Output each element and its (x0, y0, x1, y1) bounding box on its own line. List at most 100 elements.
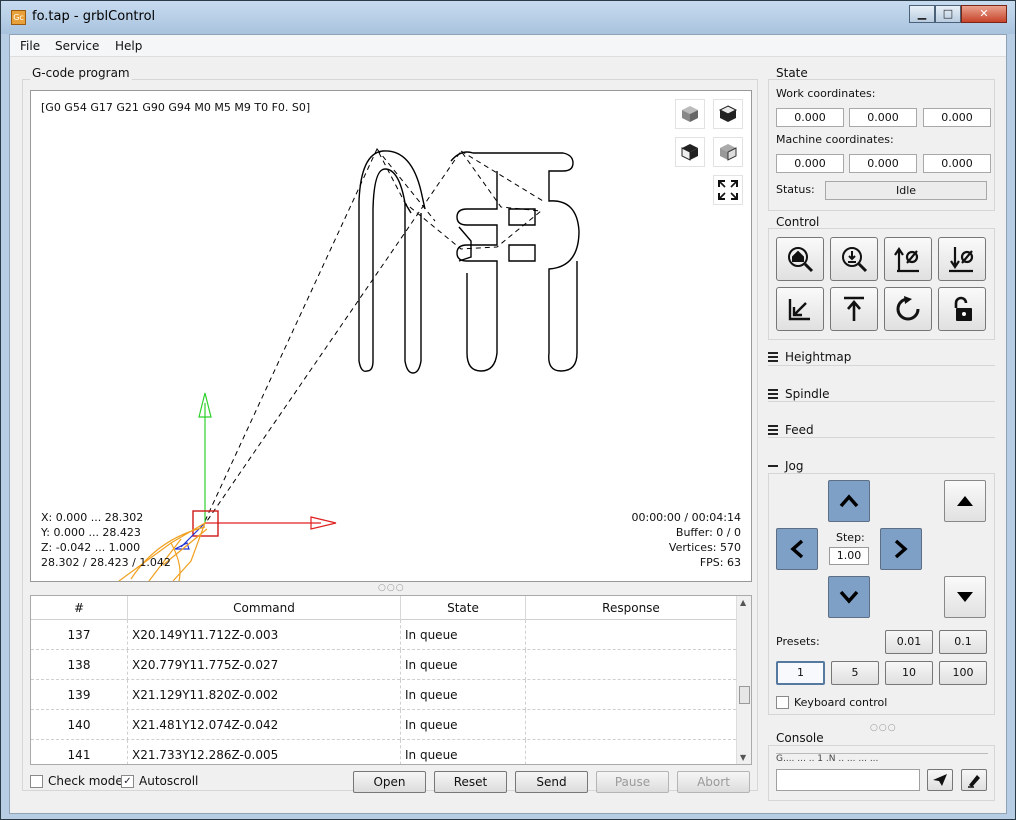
fit-view-icon[interactable] (713, 175, 743, 205)
reset-button[interactable]: Reset (434, 771, 507, 793)
machine-z-value: 0.000 (923, 154, 991, 173)
top-view-icon[interactable] (713, 99, 743, 129)
app-window: Gc fo.tap - grblControl ▁ □ ✕ File Servi… (0, 0, 1016, 820)
left-view-icon[interactable] (713, 137, 743, 167)
column-header-state[interactable]: State (401, 596, 526, 620)
jog-x-minus-button[interactable] (776, 528, 818, 570)
keyboard-control-label: Keyboard control (794, 696, 888, 709)
table-row[interactable]: 137 X20.149Y11.712Z-0.003 In queue (31, 620, 736, 650)
open-button[interactable]: Open (353, 771, 426, 793)
clear-console-icon[interactable] (961, 769, 987, 791)
jog-y-minus-button[interactable] (828, 576, 870, 618)
jog-section-toggle[interactable]: Jog (768, 459, 807, 473)
jog-x-plus-button[interactable] (880, 528, 922, 570)
feed-section-toggle[interactable]: Feed (768, 423, 814, 437)
autoscroll-label: Autoscroll (139, 774, 199, 788)
preset-button-5[interactable]: 5 (831, 661, 879, 685)
status-label: Status: (776, 183, 815, 196)
table-row[interactable]: 139 X21.129Y11.820Z-0.002 In queue (31, 680, 736, 710)
zero-z-icon[interactable] (938, 237, 986, 281)
preset-button-1[interactable]: 1 (776, 661, 825, 685)
console-command-input[interactable] (776, 769, 920, 791)
zero-xy-icon[interactable] (884, 237, 932, 281)
autoscroll-checkbox[interactable]: ✓ Autoscroll (121, 774, 198, 788)
check-mode-label: Check mode (48, 774, 123, 788)
gcode-table[interactable]: # Command State Response 137 X20.149Y11.7… (30, 595, 752, 765)
row-number: 138 (31, 650, 128, 680)
step-input[interactable]: 1.00 (829, 547, 869, 565)
console-history-combo[interactable]: G.... ... .. 1 .N .. ... ... ... (776, 753, 988, 763)
scroll-thumb[interactable] (739, 686, 750, 704)
row-state: In queue (401, 710, 526, 740)
machine-coordinates-label: Machine coordinates: (776, 133, 894, 146)
row-state: In queue (401, 650, 526, 680)
send-command-icon[interactable] (927, 769, 953, 791)
check-mode-box[interactable] (30, 774, 43, 788)
spindle-section-toggle[interactable]: Spindle (768, 387, 830, 401)
row-command: X21.129Y11.820Z-0.002 (128, 680, 401, 710)
reset-icon[interactable] (884, 287, 932, 331)
column-header-command[interactable]: Command (128, 596, 401, 620)
gcode-3d-viewport[interactable]: [G0 G54 G17 G21 G90 G94 M0 M5 M9 T0 F0. … (30, 90, 752, 582)
unlock-icon[interactable] (938, 287, 986, 331)
table-row[interactable]: 140 X21.481Y12.074Z-0.042 In queue (31, 710, 736, 740)
window-controls: ▁ □ ✕ (909, 5, 1007, 23)
front-view-icon[interactable] (675, 137, 705, 167)
table-row[interactable]: 138 X20.779Y11.775Z-0.027 In queue (31, 650, 736, 680)
row-command: X21.733Y12.286Z-0.005 (128, 740, 401, 764)
preset-button-100[interactable]: 100 (939, 661, 987, 685)
menu-file[interactable]: File (20, 39, 40, 53)
row-command: X20.149Y11.712Z-0.003 (128, 620, 401, 650)
maximize-button[interactable]: □ (935, 5, 961, 23)
bounds-size: 28.302 / 28.423 / 1.042 (41, 556, 171, 569)
abort-button[interactable]: Abort (677, 771, 750, 793)
buffer-readout: Buffer: 0 / 0 (675, 526, 741, 539)
scroll-down-icon[interactable]: ▼ (740, 753, 746, 762)
pause-button[interactable]: Pause (596, 771, 669, 793)
preset-button-0-1[interactable]: 0.1 (939, 630, 987, 654)
zero-probe-icon[interactable] (830, 237, 878, 281)
home-icon[interactable] (776, 237, 824, 281)
close-button[interactable]: ✕ (961, 5, 1007, 23)
jog-z-minus-button[interactable] (944, 576, 986, 618)
splitter-handle[interactable]: ○○○ (378, 583, 405, 593)
check-mode-checkbox[interactable]: Check mode (30, 774, 123, 788)
column-header-number[interactable]: # (31, 596, 128, 620)
restore-origin-icon[interactable] (776, 287, 824, 331)
column-header-response[interactable]: Response (526, 596, 736, 620)
right-splitter-handle[interactable]: ○○○ (870, 723, 897, 733)
table-header: # Command State Response (31, 596, 736, 620)
bounds-z: Z: -0.042 ... 1.000 (41, 541, 141, 554)
work-z-value: 0.000 (923, 108, 991, 127)
safe-position-icon[interactable] (830, 287, 878, 331)
send-button[interactable]: Send (515, 771, 588, 793)
table-row[interactable]: 141 X21.733Y12.286Z-0.005 In queue (31, 740, 736, 764)
collapse-icon (768, 465, 778, 467)
autoscroll-check-icon[interactable]: ✓ (121, 774, 134, 788)
menu-service[interactable]: Service (55, 39, 99, 53)
keyboard-control-checkbox[interactable]: Keyboard control (776, 696, 887, 709)
jog-y-plus-button[interactable] (828, 480, 870, 522)
heightmap-section-toggle[interactable]: Heightmap (768, 350, 851, 364)
title-bar[interactable]: Gc fo.tap - grblControl ▁ □ ✕ (1, 1, 1015, 34)
keyboard-control-box[interactable] (776, 696, 789, 709)
menu-help[interactable]: Help (115, 39, 142, 53)
spindle-frame (768, 401, 995, 413)
hamburger-icon (768, 423, 778, 437)
isometric-view-icon[interactable] (675, 99, 705, 129)
preset-button-10[interactable]: 10 (885, 661, 933, 685)
minimize-button[interactable]: ▁ (909, 5, 935, 23)
jog-z-plus-button[interactable] (944, 480, 986, 522)
heightmap-label: Heightmap (785, 350, 852, 364)
scroll-up-icon[interactable]: ▲ (740, 598, 746, 607)
hamburger-icon (768, 387, 778, 401)
work-y-value: 0.000 (849, 108, 917, 127)
row-number: 141 (31, 740, 128, 764)
main-client-area: File Service Help G-code program [G0 G54… (9, 34, 1007, 814)
preset-button-0-01[interactable]: 0.01 (885, 630, 933, 654)
row-command: X20.779Y11.775Z-0.027 (128, 650, 401, 680)
window-title: fo.tap - grblControl (32, 9, 156, 24)
row-state: In queue (401, 740, 526, 764)
row-command: X21.481Y12.074Z-0.042 (128, 710, 401, 740)
table-scrollbar[interactable]: ▲ ▼ (736, 596, 751, 764)
